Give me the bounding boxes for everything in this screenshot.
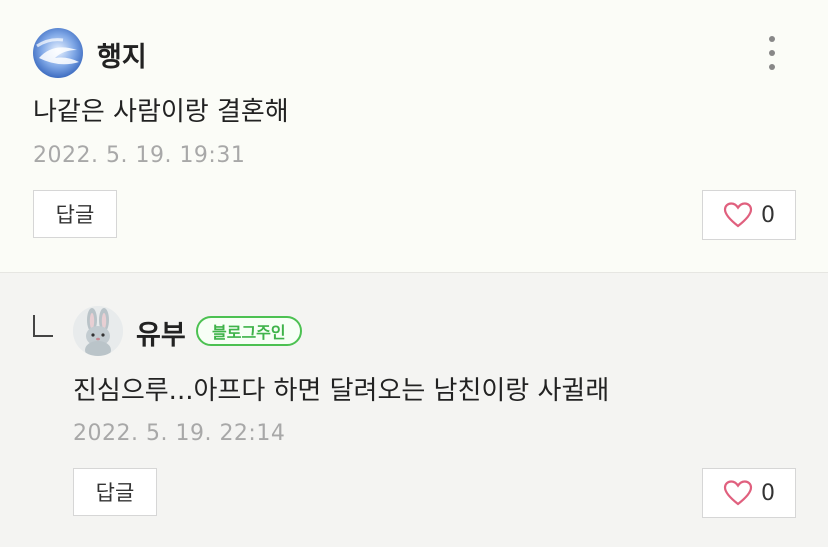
- avatar[interactable]: [73, 306, 123, 356]
- like-count: 0: [761, 202, 775, 228]
- blog-owner-badge: 블로그주인: [196, 316, 302, 346]
- reply-button[interactable]: 답글: [73, 468, 157, 516]
- avatar-image-icon: [33, 28, 83, 78]
- comment-text: 나같은 사람이랑 결혼해: [33, 97, 289, 127]
- heart-icon: [723, 202, 753, 228]
- comment-item: 행지 나같은 사람이랑 결혼해 2022. 5. 19. 19:31 답글 0: [0, 0, 828, 272]
- bunny-avatar-icon: [73, 306, 123, 356]
- comment-author[interactable]: 유부: [136, 313, 186, 352]
- like-button[interactable]: 0: [702, 468, 796, 518]
- comment-text: 진심으루...아프다 하면 달려오는 남친이랑 사귈래: [73, 376, 610, 406]
- reply-button[interactable]: 답글: [33, 190, 117, 238]
- heart-icon: [723, 480, 753, 506]
- reply-comment-item: 유부 블로그주인 진심으루...아프다 하면 달려오는 남친이랑 사귈래 202…: [0, 273, 828, 547]
- like-count: 0: [761, 480, 775, 506]
- comment-date: 2022. 5. 19. 22:14: [73, 421, 286, 446]
- like-button[interactable]: 0: [702, 190, 796, 240]
- more-options-icon[interactable]: [762, 36, 782, 72]
- reply-arrow-icon: [33, 315, 53, 337]
- comment-author[interactable]: 행지: [97, 35, 147, 74]
- avatar[interactable]: [33, 28, 83, 78]
- comment-date: 2022. 5. 19. 19:31: [33, 143, 246, 168]
